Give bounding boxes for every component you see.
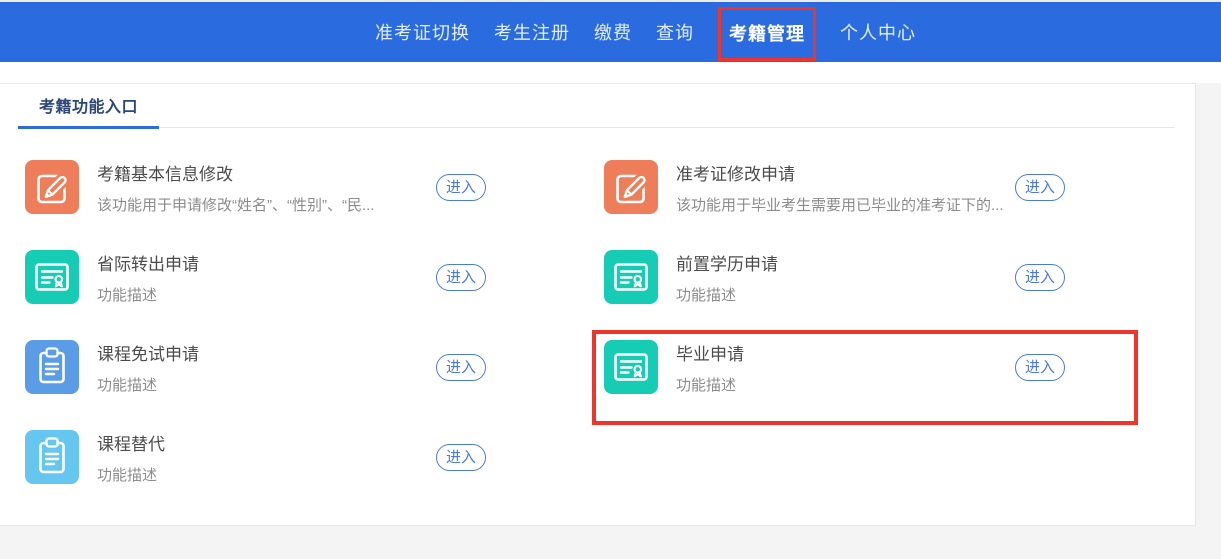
nav-item-label: 个人中心 <box>840 23 916 43</box>
clipboard-icon <box>25 430 79 484</box>
card-description: 功能描述 <box>97 464 436 485</box>
card-text: 省际转出申请 功能描述 <box>97 250 436 305</box>
edit-icon <box>604 160 658 214</box>
tab-exam-registry-functions[interactable]: 考籍功能入口 <box>18 84 159 129</box>
card-title: 省际转出申请 <box>97 250 436 275</box>
enter-button[interactable]: 进入 <box>436 174 486 201</box>
card-title: 课程替代 <box>97 430 436 455</box>
clipboard-icon <box>25 340 79 394</box>
card-text: 课程替代 功能描述 <box>97 430 436 485</box>
nav-item-label: 准考证切换 <box>375 23 470 43</box>
card-title: 准考证修改申请 <box>676 160 1015 185</box>
tabs-row: 考籍功能入口 <box>18 84 1175 128</box>
enter-button[interactable]: 进入 <box>436 264 486 291</box>
navbar-panel-gap <box>0 62 1221 83</box>
function-card: 毕业申请 功能描述 进入 <box>604 322 1155 412</box>
certificate-icon <box>604 340 658 394</box>
card-text: 课程免试申请 功能描述 <box>97 340 436 395</box>
card-text: 前置学历申请 功能描述 <box>676 250 1015 305</box>
top-navbar: 准考证切换 考生注册 缴费 查询 考籍管理 个人中心 <box>0 2 1221 62</box>
card-title: 毕业申请 <box>676 340 1015 365</box>
card-title: 考籍基本信息修改 <box>97 160 436 185</box>
nav-item-5[interactable]: 个人中心 <box>840 11 916 53</box>
certificate-icon <box>25 250 79 304</box>
function-card: 前置学历申请 功能描述 进入 <box>604 232 1155 322</box>
card-description: 功能描述 <box>676 374 1015 395</box>
card-description: 功能描述 <box>97 284 436 305</box>
nav-item-label: 查询 <box>656 23 694 43</box>
card-text: 准考证修改申请 该功能用于毕业考生需要用已毕业的准考证下的... <box>676 160 1015 215</box>
nav-item-4[interactable]: 考籍管理 <box>718 7 816 61</box>
enter-button[interactable]: 进入 <box>1015 264 1065 291</box>
nav-item-2[interactable]: 缴费 <box>594 11 632 53</box>
enter-button[interactable]: 进入 <box>1015 354 1065 381</box>
function-card: 考籍基本信息修改 该功能用于申请修改“姓名”、“性别”、“民... 进入 <box>25 142 576 232</box>
enter-button[interactable]: 进入 <box>436 354 486 381</box>
certificate-icon <box>604 250 658 304</box>
card-description: 功能描述 <box>676 284 1015 305</box>
edit-icon <box>25 160 79 214</box>
function-card: 准考证修改申请 该功能用于毕业考生需要用已毕业的准考证下的... 进入 <box>604 142 1155 232</box>
function-card: 课程替代 功能描述 进入 <box>25 412 576 502</box>
nav-item-0[interactable]: 准考证切换 <box>375 11 470 53</box>
function-card: 课程免试申请 功能描述 进入 <box>25 322 576 412</box>
card-text: 考籍基本信息修改 该功能用于申请修改“姓名”、“性别”、“民... <box>97 160 436 215</box>
enter-button[interactable]: 进入 <box>1015 174 1065 201</box>
card-text: 毕业申请 功能描述 <box>676 340 1015 395</box>
content-panel: 考籍功能入口 考籍基本信息修改 该功能用于申请修改“姓名”、“性别”、“民...… <box>0 83 1196 526</box>
card-title: 课程免试申请 <box>97 340 436 365</box>
nav-items: 准考证切换 考生注册 缴费 查询 考籍管理 个人中心 <box>0 2 1221 62</box>
nav-item-label: 缴费 <box>594 23 632 43</box>
nav-item-3[interactable]: 查询 <box>656 11 694 53</box>
card-description: 功能描述 <box>97 374 436 395</box>
nav-item-label: 考生注册 <box>494 23 570 43</box>
card-title: 前置学历申请 <box>676 250 1015 275</box>
nav-item-label: 考籍管理 <box>729 24 805 44</box>
card-description: 该功能用于毕业考生需要用已毕业的准考证下的... <box>676 194 1015 215</box>
function-card: 省际转出申请 功能描述 进入 <box>25 232 576 322</box>
page-background: 考籍功能入口 考籍基本信息修改 该功能用于申请修改“姓名”、“性别”、“民...… <box>0 83 1221 559</box>
nav-item-1[interactable]: 考生注册 <box>494 11 570 53</box>
cards-grid: 考籍基本信息修改 该功能用于申请修改“姓名”、“性别”、“民... 进入 准考证… <box>0 128 1195 502</box>
enter-button[interactable]: 进入 <box>436 444 486 471</box>
card-description: 该功能用于申请修改“姓名”、“性别”、“民... <box>97 194 436 215</box>
